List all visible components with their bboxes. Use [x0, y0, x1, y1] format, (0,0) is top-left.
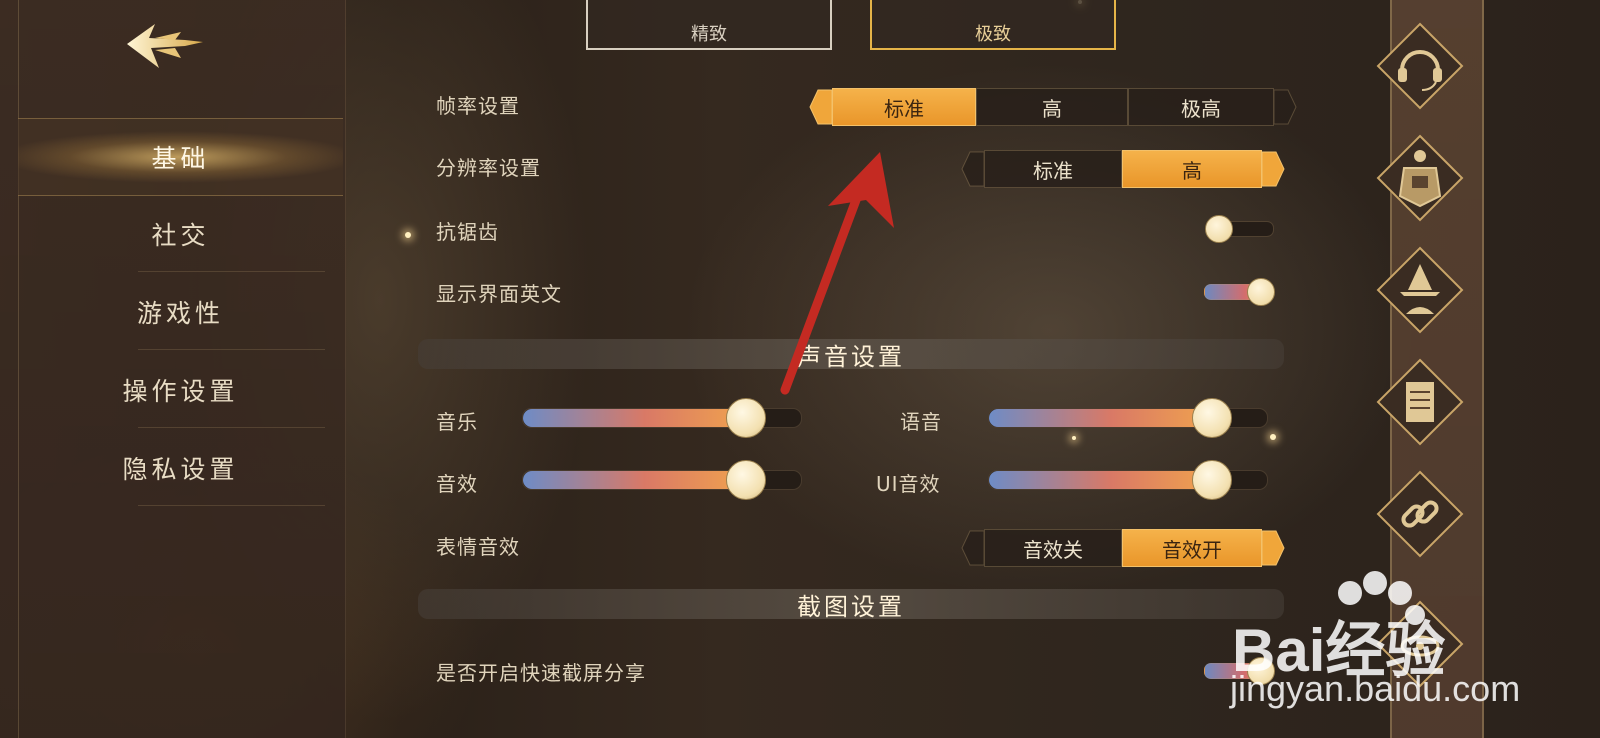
frame-rate-option-high[interactable]: 高 — [976, 88, 1128, 126]
section-title: 声音设置 — [797, 342, 905, 371]
sparkle — [1072, 436, 1076, 440]
resolution-label: 分辨率设置 — [436, 156, 541, 180]
voice-label: 语音 — [900, 410, 942, 434]
frame-rate-option-ultra[interactable]: 极高 — [1128, 88, 1274, 126]
frame-rate-option-standard[interactable]: 标准 — [832, 88, 976, 126]
sparkle — [1270, 434, 1276, 440]
emote-sfx-option-on[interactable]: 音效开 — [1122, 529, 1262, 567]
nav-item-basic[interactable]: 基础 — [18, 118, 343, 196]
selector-cap-left — [961, 530, 984, 566]
ui-sfx-slider[interactable] — [988, 460, 1268, 500]
emote-sfx-option-off[interactable]: 音效关 — [984, 529, 1122, 567]
sfx-slider[interactable] — [522, 460, 802, 500]
slider-fill — [523, 409, 745, 427]
slider-thumb[interactable] — [1192, 398, 1232, 438]
section-title: 截图设置 — [797, 592, 905, 621]
emote-sfx-selector: 音效关 音效开 — [960, 529, 1286, 567]
selector-cap-left — [809, 89, 832, 125]
slider-thumb[interactable] — [726, 398, 766, 438]
quality-option-refined[interactable]: 精致 — [586, 0, 832, 50]
voice-slider[interactable] — [988, 398, 1268, 438]
selector-cap-right — [1262, 151, 1285, 187]
resolution-option-high[interactable]: 高 — [1122, 150, 1262, 188]
selector-cap-right — [1274, 89, 1297, 125]
selector-cap-left — [961, 151, 984, 187]
quality-option-label: 极致 — [975, 24, 1011, 45]
music-slider[interactable] — [522, 398, 802, 438]
nav-item-social[interactable]: 社交 — [18, 196, 343, 272]
quick-share-label: 是否开启快速截屏分享 — [436, 661, 646, 685]
nav-item-label: 操作设置 — [122, 377, 239, 406]
slider-fill — [523, 471, 745, 489]
resolution-selector: 标准 高 — [960, 150, 1286, 188]
toggle-knob — [1247, 278, 1275, 306]
nav-item-label: 游戏性 — [136, 299, 224, 328]
resolution-option-standard[interactable]: 标准 — [984, 150, 1122, 188]
audio-section-header: 声音设置 — [418, 339, 1284, 371]
nav-item-label: 基础 — [151, 144, 210, 173]
anti-alias-toggle[interactable] — [1205, 215, 1274, 243]
toggle-knob — [1205, 215, 1233, 243]
back-arrow-icon[interactable] — [125, 18, 205, 74]
slider-thumb[interactable] — [726, 460, 766, 500]
scroll-document-icon[interactable] — [1376, 358, 1464, 446]
nav-item-controls[interactable]: 操作设置 — [18, 352, 343, 428]
ui-sfx-label: UI音效 — [876, 472, 941, 496]
wizard-hat-icon[interactable] — [1376, 246, 1464, 334]
tower-emblem-icon[interactable] — [1376, 134, 1464, 222]
headset-icon[interactable] — [1376, 22, 1464, 110]
slider-thumb[interactable] — [1192, 460, 1232, 500]
sfx-label: 音效 — [436, 472, 478, 496]
nav-item-label: 隐私设置 — [122, 455, 239, 484]
link-chain-icon[interactable] — [1376, 470, 1464, 558]
selector-cap-right — [1262, 530, 1285, 566]
show-english-label: 显示界面英文 — [436, 282, 562, 306]
frame-rate-label: 帧率设置 — [436, 94, 520, 118]
slider-fill — [989, 409, 1211, 427]
divider — [138, 505, 325, 506]
watermark-url-text: jingyan.baidu.com — [1230, 668, 1521, 709]
divider — [138, 349, 325, 350]
anti-alias-label: 抗锯齿 — [436, 220, 499, 244]
music-label: 音乐 — [436, 410, 478, 434]
screenshot-section-header: 截图设置 — [418, 589, 1284, 621]
frame-rate-selector: 标准 高 极高 — [808, 88, 1298, 126]
emote-sfx-label: 表情音效 — [436, 535, 520, 559]
nav-item-gameplay[interactable]: 游戏性 — [18, 274, 343, 350]
quality-option-label: 精致 — [691, 24, 727, 45]
nav-item-privacy[interactable]: 隐私设置 — [18, 430, 343, 506]
nav-item-label: 社交 — [151, 221, 210, 250]
divider — [138, 271, 325, 272]
show-english-toggle[interactable] — [1204, 278, 1275, 306]
slider-fill — [989, 471, 1211, 489]
quality-option-ultimate[interactable]: 极致 — [870, 0, 1116, 50]
divider — [138, 427, 325, 428]
sparkle — [405, 232, 411, 238]
